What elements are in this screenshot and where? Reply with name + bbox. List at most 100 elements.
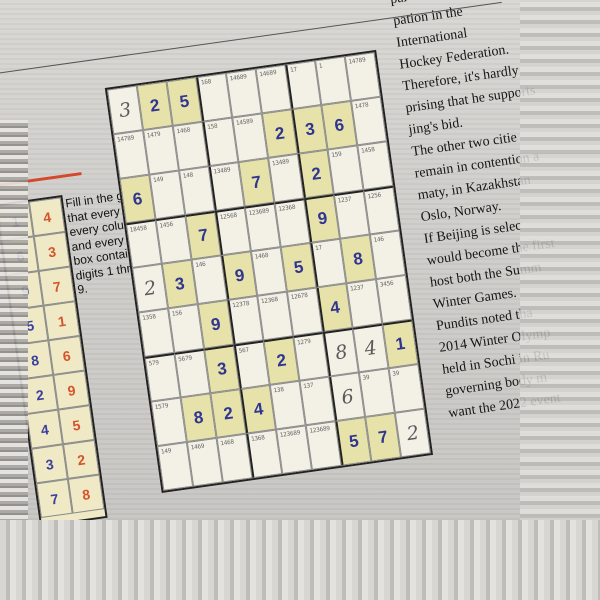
given-digit: 2 <box>273 123 286 144</box>
given-digit: 8 <box>192 407 205 428</box>
pencil-note: 13489 <box>213 166 231 176</box>
pencil-note: 146 <box>373 235 385 245</box>
pencil-note: 17 <box>289 66 298 74</box>
handwritten-digit: 8 <box>333 340 349 365</box>
given-digit: 4 <box>252 398 265 419</box>
pencil-note: 14589 <box>235 117 254 128</box>
strip-cell: 8 <box>67 474 105 514</box>
image-smear-left <box>0 120 28 540</box>
handwritten-digit: 4 <box>363 336 379 361</box>
pencil-note: 12378 <box>231 300 250 310</box>
pencil-note: 123689 <box>279 429 301 439</box>
pencil-note: 1479 <box>146 130 161 140</box>
given-digit: 2 <box>275 350 288 371</box>
given-digit: 5 <box>178 90 191 112</box>
strip-cell: 7 <box>38 266 76 306</box>
pencil-note: 123689 <box>248 207 270 218</box>
pencil-note: 1468 <box>254 251 269 261</box>
given-digit: 4 <box>329 297 342 318</box>
pencil-note: 146 <box>194 260 207 270</box>
pencil-note: 5679 <box>177 354 193 364</box>
strip-cell: 9 <box>53 370 90 410</box>
given-digit: 2 <box>148 95 161 116</box>
pencil-note: 1468 <box>176 126 191 136</box>
strip-cell: 3 <box>33 231 71 271</box>
given-digit: 5 <box>347 430 360 451</box>
pencil-note: 14689 <box>258 68 277 79</box>
strip-cell: 4 <box>28 197 66 237</box>
handwritten-digit: 3 <box>117 98 133 122</box>
given-digit: 9 <box>316 208 329 229</box>
pencil-note: 14789 <box>348 56 366 66</box>
pencil-note: 1368 <box>250 434 266 444</box>
given-digit: 2 <box>310 163 323 184</box>
pencil-note: 1478 <box>354 101 369 111</box>
pencil-note: 1469 <box>190 442 205 452</box>
image-smear-right <box>520 0 600 600</box>
pencil-note: 123689 <box>309 425 331 435</box>
newspaper-photo: 146397518629453278 Fill in the grid so t… <box>0 0 600 600</box>
strip-cell: 2 <box>62 439 100 479</box>
sudoku-cell: 3456 <box>376 274 412 324</box>
pencil-note: 1237 <box>337 195 352 205</box>
pencil-note: 156 <box>171 309 183 318</box>
pencil-note: 137 <box>302 381 314 391</box>
pencil-note: 13489 <box>271 158 290 168</box>
pencil-note: 14789 <box>116 134 135 144</box>
pencil-note: 1358 <box>141 313 157 322</box>
pencil-note: 12368 <box>260 295 279 306</box>
given-digit: 7 <box>250 171 263 192</box>
sudoku-grid: 3 2 5 168 14689 14689 17 1 14789 14789 1479 1468 158… <box>104 49 434 494</box>
pencil-note: 1 <box>318 62 323 70</box>
strip-cell: 7 <box>36 478 73 519</box>
newspaper-page: 146397518629453278 Fill in the grid so t… <box>0 0 600 589</box>
given-digit: 2 <box>222 402 235 424</box>
pencil-note: 1456 <box>159 220 174 230</box>
given-digit: 3 <box>303 118 316 139</box>
pencil-note: 579 <box>148 359 160 368</box>
handwritten-digit: 2 <box>405 421 421 445</box>
sudoku-cell: 1256 <box>363 185 400 235</box>
sudoku-cell: 146 <box>369 230 406 280</box>
strip-cell: 1 <box>43 301 81 341</box>
pencil-note: 148 <box>182 171 194 180</box>
pencil-note: 3456 <box>379 279 394 289</box>
given-digit: 6 <box>131 188 144 209</box>
sudoku-cell: 1458 <box>357 141 394 190</box>
handwritten-digit: 6 <box>340 384 356 409</box>
given-digit: 7 <box>377 426 390 447</box>
pencil-note: 14689 <box>229 73 248 83</box>
pencil-note: 149 <box>160 447 172 456</box>
pencil-note: 17 <box>314 244 323 253</box>
given-digit: 6 <box>333 114 346 135</box>
handwritten-digit: 2 <box>142 276 158 300</box>
pencil-note: 12368 <box>277 203 296 213</box>
pencil-note: 158 <box>206 122 218 132</box>
given-digit: 9 <box>233 264 246 286</box>
pencil-note: 1279 <box>296 337 312 347</box>
strip-cell: 4 <box>26 409 63 449</box>
given-digit: 9 <box>209 313 222 334</box>
pencil-note: 149 <box>152 175 164 185</box>
pencil-note: 12568 <box>219 211 238 222</box>
given-digit: 5 <box>292 256 305 277</box>
strip-cell: 5 <box>58 405 95 445</box>
strip-cell: 6 <box>48 335 85 375</box>
given-digit: 3 <box>216 358 229 379</box>
pencil-note: 1237 <box>349 283 365 293</box>
sudoku-cell: 39 <box>388 364 425 413</box>
given-digit: 1 <box>394 333 407 354</box>
given-digit: 3 <box>173 273 186 294</box>
pencil-note: 1458 <box>360 146 376 155</box>
sudoku-cell: 1 <box>382 319 419 369</box>
pencil-note: 12678 <box>290 291 309 302</box>
sudoku-cell: 2 <box>394 408 431 458</box>
pencil-note: 39 <box>391 369 400 378</box>
sudoku-cell: 1478 <box>350 96 387 146</box>
pencil-note: 1468 <box>219 438 235 448</box>
given-digit: 7 <box>197 225 210 246</box>
pencil-note: 1579 <box>154 402 169 412</box>
given-digit: 8 <box>351 248 364 269</box>
pencil-note: 567 <box>238 346 250 355</box>
strip-cell: 3 <box>31 444 68 484</box>
